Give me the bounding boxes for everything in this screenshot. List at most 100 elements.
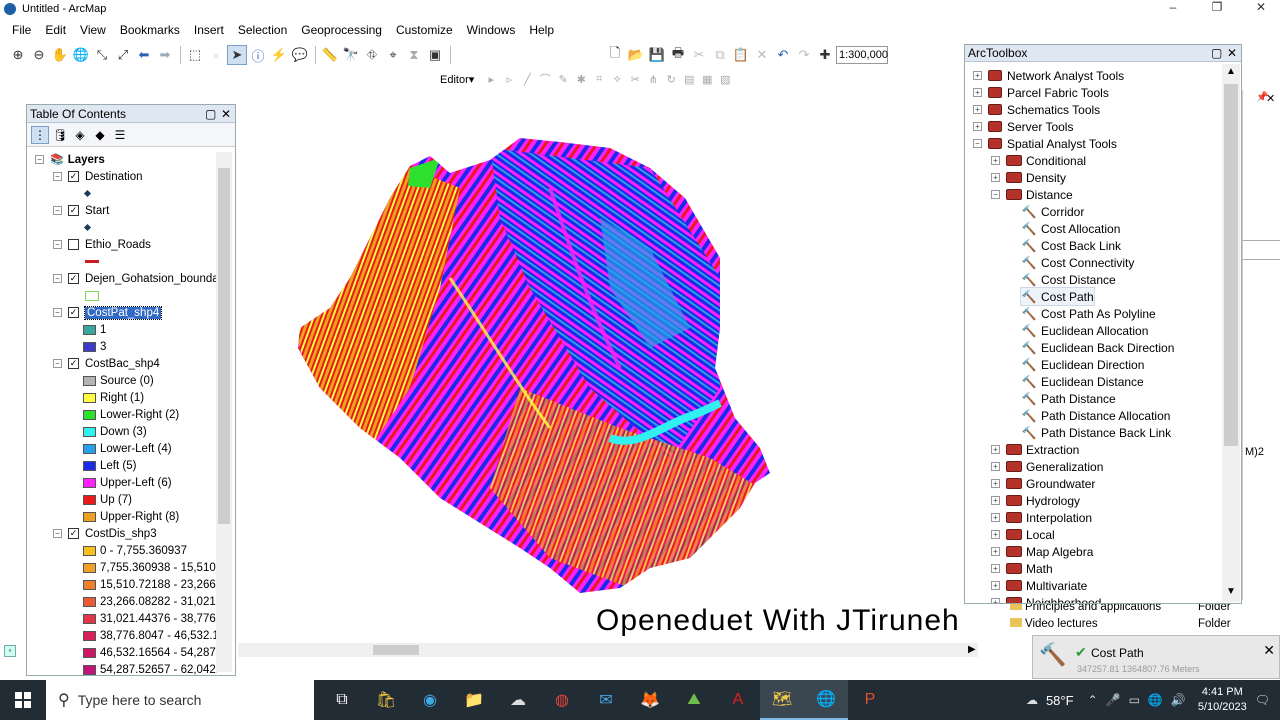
- expand-icon[interactable]: +: [991, 581, 1000, 590]
- legend-class[interactable]: 46,532.16564 - 54,287.52: [27, 644, 217, 661]
- select-features-icon[interactable]: ⬚: [185, 45, 205, 65]
- taskbar-clock[interactable]: 4:41 PM 5/10/2023: [1198, 685, 1247, 715]
- back-arrow-icon[interactable]: ⬅: [134, 45, 154, 65]
- tool-progress-popup[interactable]: 🔨 ✔ Cost Path 347257.81 1364807.76 Meter…: [1032, 635, 1280, 679]
- layer-name[interactable]: Ethio_Roads: [85, 239, 151, 251]
- layout-view-icon[interactable]: ▫: [4, 645, 16, 657]
- battery-icon[interactable]: ▭: [1129, 693, 1140, 707]
- collapse-icon[interactable]: −: [53, 240, 62, 249]
- layer-visibility-checkbox[interactable]: ✓: [68, 528, 79, 539]
- layer-visibility-checkbox[interactable]: ✓: [68, 358, 79, 369]
- delete-icon[interactable]: ✕: [752, 45, 772, 65]
- legend-class[interactable]: Lower-Left (4): [27, 440, 172, 457]
- volume-icon[interactable]: 🔊: [1171, 693, 1186, 707]
- forward-arrow-icon[interactable]: ➡: [155, 45, 175, 65]
- fixed-zoom-in-icon[interactable]: ⤡: [92, 45, 112, 65]
- legend-class[interactable]: Up (7): [27, 491, 132, 508]
- toolset-item[interactable]: + Density: [991, 169, 1066, 186]
- tool-item[interactable]: 🔨 Path Distance Back Link: [1021, 424, 1172, 441]
- clear-selection-icon[interactable]: ▫: [206, 45, 226, 65]
- toc-layer[interactable]: − ✓ CostDis_shp3: [27, 525, 157, 542]
- expand-icon[interactable]: +: [991, 479, 1000, 488]
- menu-customize[interactable]: Customize: [389, 23, 460, 37]
- identify-icon[interactable]: ⓘ: [248, 45, 268, 65]
- arcmap-app-icon[interactable]: 🌐: [804, 680, 848, 720]
- collapse-icon[interactable]: −: [35, 155, 44, 164]
- tool-item[interactable]: 🔨 Path Distance: [1021, 390, 1116, 407]
- layer-symbol[interactable]: [27, 185, 92, 202]
- arctoolbox-close-icon[interactable]: ✕: [1227, 46, 1237, 60]
- network-icon[interactable]: 🌐: [1148, 693, 1163, 707]
- toc-layers-root[interactable]: − 📚 Layers: [27, 151, 105, 168]
- legend-class[interactable]: 1: [27, 321, 106, 338]
- layer-visibility-checkbox[interactable]: ✓: [68, 171, 79, 182]
- collapse-icon[interactable]: −: [53, 359, 62, 368]
- firefox-icon[interactable]: 🦊: [628, 680, 672, 720]
- html-popup-icon[interactable]: 💬: [290, 45, 310, 65]
- legend-class[interactable]: Source (0): [27, 372, 154, 389]
- layer-symbol[interactable]: [27, 219, 92, 236]
- expand-icon[interactable]: +: [991, 598, 1000, 603]
- layer-symbol[interactable]: [27, 253, 99, 270]
- legend-class[interactable]: 15,510.72188 - 23,266.08: [27, 576, 217, 593]
- menu-help[interactable]: Help: [522, 23, 561, 37]
- toc-autohide-icon[interactable]: ▢: [205, 107, 216, 121]
- find-icon[interactable]: 🔭: [341, 45, 361, 65]
- redo-icon[interactable]: ↷: [794, 45, 814, 65]
- close-button[interactable]: ✕: [1246, 0, 1276, 14]
- toc-layer[interactable]: − ✓ CostPat_shp4: [27, 304, 163, 321]
- expand-icon[interactable]: +: [991, 462, 1000, 471]
- full-extent-icon[interactable]: 🌐: [71, 45, 91, 65]
- tool-item[interactable]: 🔨 Cost Path As Polyline: [1021, 305, 1156, 322]
- hyperlink-icon[interactable]: ⚡: [269, 45, 289, 65]
- layer-visibility-checkbox[interactable]: ✓: [68, 307, 79, 318]
- legend-class[interactable]: 3: [27, 338, 106, 355]
- expand-icon[interactable]: −: [973, 139, 982, 148]
- print-icon[interactable]: 🖶: [668, 45, 688, 65]
- expand-icon[interactable]: +: [973, 122, 982, 131]
- collapse-icon[interactable]: −: [53, 308, 62, 317]
- legend-class[interactable]: 54,287.52657 - 62,042.88: [27, 661, 217, 677]
- catalog-field[interactable]: [1243, 240, 1280, 260]
- scroll-up-icon[interactable]: ▲: [1226, 66, 1236, 77]
- tool-item[interactable]: 🔨 Euclidean Allocation: [1021, 322, 1149, 339]
- file-explorer-icon[interactable]: 📁: [452, 680, 496, 720]
- tool-item[interactable]: 🔨 Euclidean Distance: [1021, 373, 1144, 390]
- find-route-icon[interactable]: ⛗: [362, 45, 382, 65]
- layer-name[interactable]: CostDis_shp3: [85, 528, 157, 540]
- legend-class[interactable]: 31,021.44376 - 38,776.80: [27, 610, 217, 627]
- cut-icon[interactable]: ✂: [689, 45, 709, 65]
- layer-name[interactable]: CostPat_shp4: [83, 305, 163, 320]
- toc-layer[interactable]: − Ethio_Roads: [27, 236, 151, 253]
- layer-visibility-checkbox[interactable]: ✓: [68, 273, 79, 284]
- legend-class[interactable]: 23,266.08282 - 31,021.44: [27, 593, 217, 610]
- undo-icon[interactable]: ↶: [773, 45, 793, 65]
- tool-item[interactable]: 🔨 Cost Distance: [1021, 271, 1116, 288]
- legend-class[interactable]: Upper-Right (8): [27, 508, 179, 525]
- tool-item[interactable]: 🔨 Euclidean Back Direction: [1021, 339, 1175, 356]
- collapse-icon[interactable]: −: [53, 206, 62, 215]
- select-elements-icon[interactable]: ➤: [227, 45, 247, 65]
- toolset-item[interactable]: + Hydrology: [991, 492, 1080, 509]
- arctoolbox-scroll-thumb[interactable]: [1224, 84, 1238, 446]
- collapse-icon[interactable]: −: [991, 190, 1000, 199]
- toolset-item[interactable]: + Neighborhood: [991, 594, 1101, 603]
- menu-insert[interactable]: Insert: [187, 23, 231, 37]
- menu-windows[interactable]: Windows: [460, 23, 523, 37]
- notifications-icon[interactable]: 🗨: [1255, 693, 1270, 707]
- edge-browser-icon[interactable]: ◉: [408, 680, 452, 720]
- menu-edit[interactable]: Edit: [38, 23, 73, 37]
- toolset-item[interactable]: + Local: [991, 526, 1055, 543]
- list-by-drawing-order-icon[interactable]: ⋮: [31, 125, 49, 144]
- map-scroll-thumb[interactable]: [373, 645, 419, 655]
- add-data-icon[interactable]: ✚: [815, 45, 835, 65]
- measure-icon[interactable]: 📏: [320, 45, 340, 65]
- list-by-source-icon[interactable]: 🛢: [51, 126, 69, 144]
- tool-item[interactable]: 🔨 Corridor: [1021, 203, 1085, 220]
- viewer-window-icon[interactable]: ▣: [425, 45, 445, 65]
- toolbox-item[interactable]: − Spatial Analyst Tools: [973, 135, 1117, 152]
- taskbar-search-box[interactable]: ⚲ Type here to search: [46, 680, 314, 720]
- map-horizontal-scrollbar[interactable]: [238, 643, 978, 657]
- arccatalog-icon[interactable]: ⛰: [672, 680, 716, 720]
- save-icon[interactable]: 💾: [647, 45, 667, 65]
